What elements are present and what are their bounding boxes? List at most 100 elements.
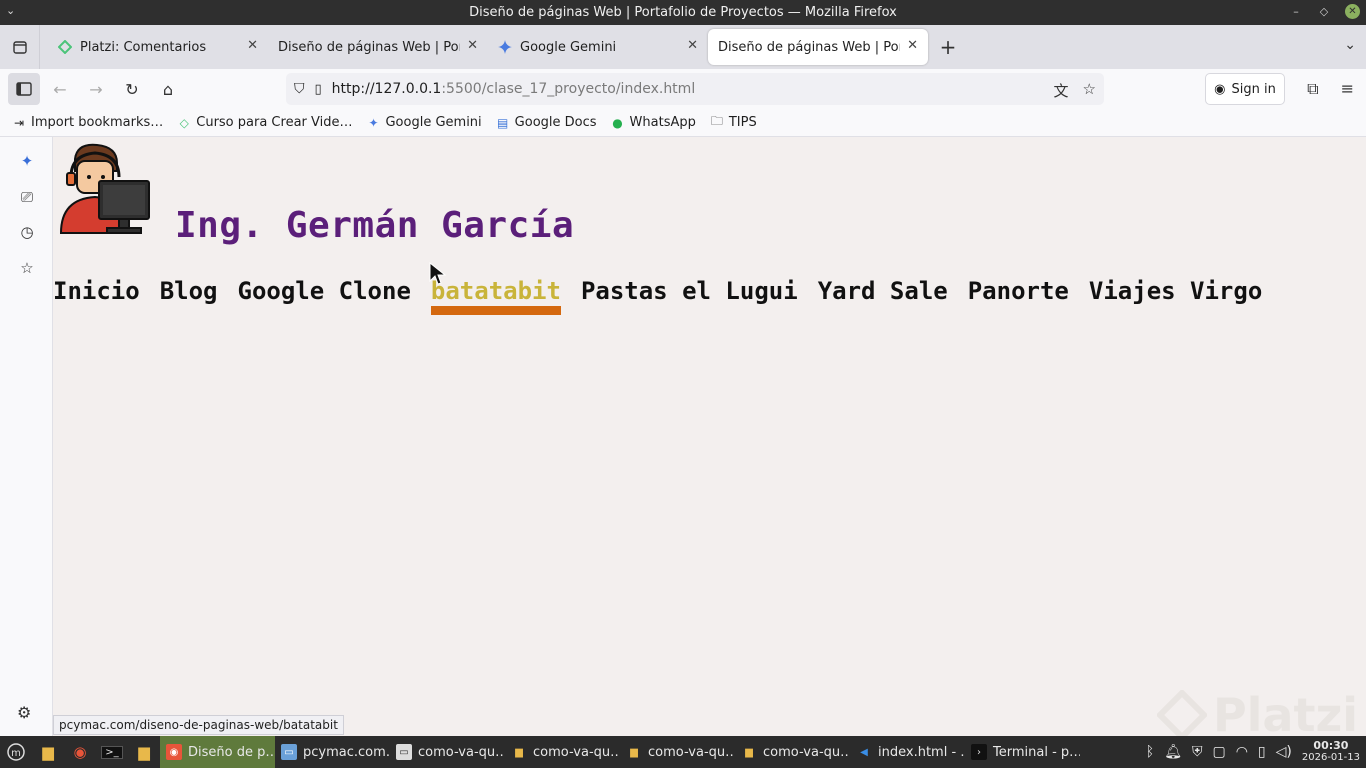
- link-status-bar: pcymac.com/diseno-de-paginas-web/batatab…: [53, 715, 344, 735]
- platzi-icon: ◇: [179, 115, 189, 130]
- bookmark-import[interactable]: ⇥ Import bookmarks…: [12, 115, 163, 130]
- terminal-launcher-icon[interactable]: >_: [96, 736, 128, 768]
- bookmark-curso[interactable]: ◇ Curso para Crear Vide…: [177, 115, 353, 130]
- bookmark-label: Import bookmarks…: [31, 115, 164, 130]
- tab-diseno-paginas[interactable]: Diseño de páginas Web | Portafolio ✕: [268, 29, 488, 65]
- terminal-icon: ›: [971, 744, 987, 760]
- notifications-icon[interactable]: 🔔︎: [1164, 744, 1182, 760]
- firefox-launcher-icon[interactable]: ◉: [64, 736, 96, 768]
- bookmark-label: Google Gemini: [385, 115, 482, 130]
- taskbar-item[interactable]: ▆ como-va-qu…: [505, 736, 620, 768]
- browser-sidebar: ✦ ⎚ ◷ ☆: [0, 137, 53, 736]
- bookmark-tips-folder[interactable]: 🗀 TIPS: [710, 112, 757, 133]
- files-icon[interactable]: ▆: [32, 736, 64, 768]
- taskbar-item[interactable]: ▭ como-va-qu…: [390, 736, 505, 768]
- nav-link-panorte[interactable]: Panorte: [968, 277, 1069, 315]
- bookmark-star-icon[interactable]: ☆: [1083, 80, 1096, 101]
- taskbar-item-label: pcymac.com…: [303, 744, 390, 760]
- reload-icon[interactable]: ↻: [116, 73, 148, 105]
- nav-link-yard-sale[interactable]: Yard Sale: [818, 277, 948, 315]
- nav-link-blog[interactable]: Blog: [160, 277, 218, 315]
- system-tray: ᛒ 🔔︎ ⛨ ▢ ◠ ▯ ◁) 00:30 2026-01-13: [1146, 736, 1366, 768]
- list-all-tabs-icon[interactable]: ⌄: [1344, 37, 1356, 53]
- taskbar-item[interactable]: ▆ como-va-qu…: [620, 736, 735, 768]
- shield-icon[interactable]: ⛨: [1192, 744, 1203, 760]
- bookmark-label: Curso para Crear Vide…: [196, 115, 353, 130]
- forward-icon[interactable]: →: [80, 73, 112, 105]
- nav-link-google-clone[interactable]: Google Clone: [238, 277, 411, 315]
- home-icon[interactable]: ⌂: [152, 73, 184, 105]
- taskbar-item[interactable]: ◉ Diseño de p…: [160, 736, 275, 768]
- taskbar-item[interactable]: ▆ como-va-qu…: [735, 736, 850, 768]
- url-path: :5500/clase_17_proyecto/index.html: [441, 81, 696, 97]
- history-icon[interactable]: ◷: [17, 222, 37, 242]
- bookmark-label: TIPS: [728, 115, 757, 130]
- clipboard-icon[interactable]: ▢: [1212, 744, 1225, 760]
- page-info-icon[interactable]: ▯: [315, 82, 322, 97]
- bookmark-whatsapp[interactable]: ● WhatsApp: [611, 115, 696, 130]
- docs-icon: ▤: [497, 115, 509, 130]
- menu-icon[interactable]: ≡: [1341, 79, 1354, 99]
- taskbar-item-label: Diseño de p…: [188, 744, 275, 760]
- close-tab-icon[interactable]: ✕: [247, 38, 258, 53]
- image-icon: ▭: [396, 744, 412, 760]
- taskbar-item-label: como-va-qu…: [533, 744, 620, 760]
- site-nav: Inicio Blog Google Clone batatabit Pasta…: [53, 277, 1262, 315]
- tab-platzi-comentarios[interactable]: Platzi: Comentarios ✕: [48, 29, 268, 65]
- start-menu-icon[interactable]: m: [0, 736, 32, 768]
- nav-link-inicio[interactable]: Inicio: [53, 277, 140, 315]
- navigation-toolbar: ← → ↻ ⌂ ⛉ ▯ http://127.0.0.1:5500/clase_…: [0, 69, 1366, 109]
- synced-tabs-icon[interactable]: ⎚: [17, 187, 37, 207]
- tab-label: Platzi: Comentarios: [80, 39, 207, 55]
- url-bar[interactable]: ⛉ ▯ http://127.0.0.1:5500/clase_17_proye…: [286, 73, 1104, 105]
- extensions-icon[interactable]: ⧉: [1307, 79, 1318, 99]
- translate-icon[interactable]: 文: [1054, 80, 1069, 101]
- back-icon[interactable]: ←: [44, 73, 76, 105]
- developer-avatar: [59, 143, 150, 234]
- folder-icon: 🗀: [710, 114, 723, 128]
- clock[interactable]: 00:30 2026-01-13: [1302, 740, 1360, 764]
- tracking-protection-icon[interactable]: ⛉: [294, 81, 305, 97]
- sign-in-button[interactable]: ◉ Sign in: [1205, 73, 1285, 105]
- watermark-text: Platzi: [1212, 688, 1358, 736]
- taskbar-item-label: como-va-qu…: [648, 744, 735, 760]
- nav-link-batatabit[interactable]: batatabit: [430, 277, 561, 315]
- bookmarks-icon[interactable]: ☆: [17, 258, 37, 278]
- bookmark-label: WhatsApp: [629, 115, 696, 130]
- bluetooth-icon[interactable]: ᛒ: [1146, 744, 1154, 760]
- taskbar-item[interactable]: ◀ index.html - …: [850, 736, 965, 768]
- customize-sidebar-gear-icon[interactable]: ⚙: [17, 703, 31, 722]
- close-tab-icon[interactable]: ✕: [687, 38, 698, 53]
- volume-icon[interactable]: ◁): [1276, 744, 1292, 760]
- folder-icon: ▆: [745, 746, 753, 758]
- sidebar-toggle-icon[interactable]: [8, 73, 40, 105]
- taskbar-item[interactable]: ▭ pcymac.com…: [275, 736, 390, 768]
- tab-label: Diseño de páginas Web | Portafolio: [278, 39, 460, 55]
- folder-launcher-icon[interactable]: ▆: [128, 736, 160, 768]
- platzi-logo-icon: [1156, 690, 1207, 736]
- battery-icon[interactable]: ▯: [1258, 744, 1266, 760]
- tab-diseno-paginas-active[interactable]: Diseño de páginas Web | Portafolio ✕: [708, 29, 928, 65]
- nav-link-pastas-el-lugui[interactable]: Pastas el Lugui: [581, 277, 798, 315]
- taskbar-item[interactable]: › Terminal - p…: [965, 736, 1080, 768]
- minimize-icon[interactable]: –: [1289, 5, 1303, 18]
- close-window-icon[interactable]: ✕: [1345, 4, 1360, 19]
- restore-icon[interactable]: ◇: [1317, 5, 1331, 18]
- wifi-icon[interactable]: ◠: [1236, 744, 1248, 760]
- site-title: Ing. Germán García: [175, 205, 575, 246]
- close-tab-icon[interactable]: ✕: [907, 38, 918, 53]
- firefox-view-icon[interactable]: [0, 25, 40, 69]
- nav-link-viajes-virgo[interactable]: Viajes Virgo: [1089, 277, 1262, 315]
- url-host: http://127.0.0.1: [331, 81, 442, 97]
- bookmark-gemini[interactable]: ✦ Google Gemini: [366, 115, 481, 130]
- import-icon: ⇥: [13, 115, 25, 130]
- ai-chatbot-icon[interactable]: ✦: [17, 151, 37, 171]
- taskbar-item-label: index.html - …: [878, 744, 965, 760]
- window-menu-icon[interactable]: ⌄: [6, 4, 15, 17]
- taskbar-item-label: como-va-qu…: [763, 744, 850, 760]
- new-tab-button[interactable]: +: [928, 35, 968, 59]
- taskbar-item-label: Terminal - p…: [993, 744, 1080, 760]
- close-tab-icon[interactable]: ✕: [467, 38, 478, 53]
- tab-google-gemini[interactable]: Google Gemini ✕: [488, 29, 708, 65]
- bookmark-docs[interactable]: ▤ Google Docs: [496, 115, 597, 130]
